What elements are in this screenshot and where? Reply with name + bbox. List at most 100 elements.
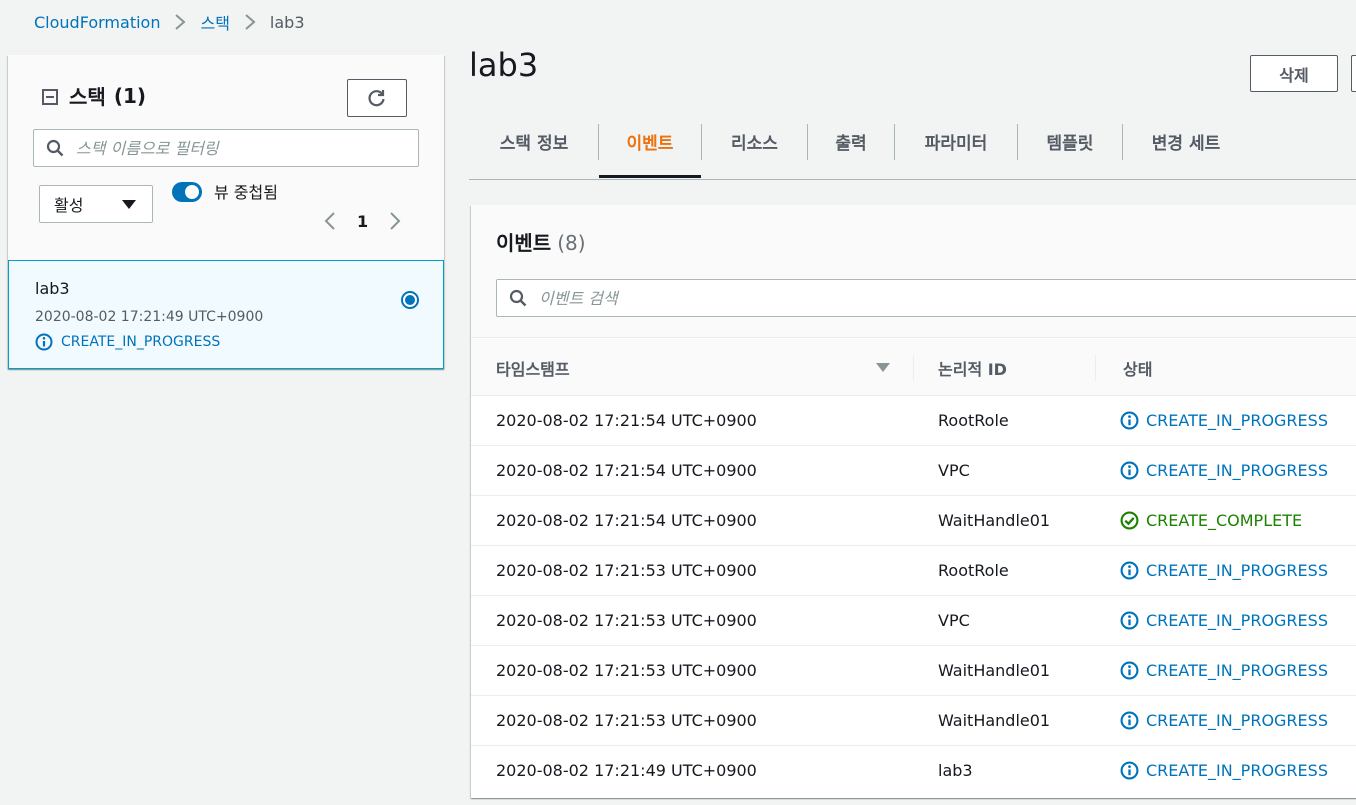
breadcrumb-current: lab3 — [269, 12, 305, 32]
table-row: 2020-08-02 17:21:53 UTC+0900 WaitHandle01… — [471, 696, 1356, 746]
stacks-title-text: 스택 — [69, 85, 106, 109]
nested-view-toggle[interactable] — [172, 182, 202, 202]
event-timestamp: 2020-08-02 17:21:53 UTC+0900 — [496, 661, 757, 680]
breadcrumb-link-stacks[interactable]: 스택 — [200, 10, 229, 34]
stack-detail-tabs: 스택 정보 이벤트 리소스 출력 파라미터 템플릿 변경 세트 — [469, 100, 1356, 180]
stack-status-filter-select[interactable]: 활성 — [39, 185, 153, 223]
event-logical-id: WaitHandle01 — [938, 711, 1051, 730]
next-page-icon[interactable] — [389, 211, 401, 231]
event-status: CREATE_IN_PROGRESS — [1120, 396, 1328, 445]
event-status: CREATE_COMPLETE — [1120, 496, 1302, 545]
events-title-text: 이벤트 — [496, 231, 552, 255]
table-row: 2020-08-02 17:21:49 UTC+0900 lab3 CREATE_I… — [471, 746, 1356, 796]
event-status: CREATE_IN_PROGRESS — [1120, 546, 1328, 595]
caret-down-icon — [122, 199, 136, 209]
tab-parameters[interactable]: 파라미터 — [895, 122, 1017, 160]
table-row: 2020-08-02 17:21:53 UTC+0900 WaitHandle01… — [471, 646, 1356, 696]
prev-page-icon[interactable] — [324, 211, 336, 231]
collapse-panel-icon[interactable] — [42, 89, 58, 105]
event-status: CREATE_IN_PROGRESS — [1120, 646, 1328, 695]
event-timestamp: 2020-08-02 17:21:53 UTC+0900 — [496, 711, 757, 730]
stack-status-filter-value: 활성 — [54, 196, 84, 215]
event-status-text: CREATE_COMPLETE — [1146, 511, 1303, 530]
stack-created-date: 2020-08-02 17:21:49 UTC+0900 — [35, 309, 264, 325]
column-divider[interactable] — [913, 355, 914, 381]
stack-search-input[interactable] — [76, 138, 396, 158]
active-tab-indicator — [599, 175, 701, 178]
event-search — [496, 279, 1356, 317]
stack-name[interactable]: lab3 — [35, 279, 70, 298]
stack-select-radio[interactable] — [401, 291, 419, 309]
event-logical-id: RootRole — [938, 561, 1009, 580]
stack-search — [33, 129, 419, 167]
event-timestamp: 2020-08-02 17:21:54 UTC+0900 — [496, 511, 757, 530]
event-status: CREATE_IN_PROGRESS — [1120, 596, 1328, 645]
event-logical-id: WaitHandle01 — [938, 511, 1051, 530]
event-status-text: CREATE_IN_PROGRESS — [1146, 561, 1328, 580]
chevron-right-icon — [244, 13, 256, 31]
event-logical-id: lab3 — [938, 761, 973, 780]
table-row: 2020-08-02 17:21:53 UTC+0900 RootRole CREA… — [471, 546, 1356, 596]
tab-stack-info[interactable]: 스택 정보 — [469, 122, 599, 160]
pagination: 1 — [324, 211, 401, 231]
events-panel-header: 이벤트 (8) — [471, 205, 1356, 338]
event-status-text: CREATE_IN_PROGRESS — [1146, 461, 1328, 480]
column-divider[interactable] — [1095, 355, 1096, 381]
column-header-status[interactable]: 상태 — [1123, 339, 1152, 396]
chevron-right-icon — [174, 13, 186, 31]
tab-events[interactable]: 이벤트 — [599, 122, 701, 160]
event-timestamp: 2020-08-02 17:21:53 UTC+0900 — [496, 561, 757, 580]
events-panel: 이벤트(8) 타임스탬프 논리적 ID 상태 2020-08-02 17:21:… — [471, 205, 1356, 798]
event-status: CREATE_IN_PROGRESS — [1120, 696, 1328, 745]
refresh-button[interactable] — [347, 79, 407, 117]
info-icon — [1120, 461, 1139, 480]
event-logical-id: WaitHandle01 — [938, 661, 1051, 680]
events-table-header: 타임스탬프 논리적 ID 상태 — [471, 339, 1356, 396]
event-timestamp: 2020-08-02 17:21:49 UTC+0900 — [496, 761, 757, 780]
event-status-text: CREATE_IN_PROGRESS — [1146, 611, 1328, 630]
column-header-timestamp[interactable]: 타임스탬프 — [496, 339, 570, 396]
event-timestamp: 2020-08-02 17:21:54 UTC+0900 — [496, 411, 757, 430]
info-icon — [1120, 661, 1139, 680]
event-status-text: CREATE_IN_PROGRESS — [1146, 761, 1328, 780]
event-timestamp: 2020-08-02 17:21:53 UTC+0900 — [496, 611, 757, 630]
tab-template[interactable]: 템플릿 — [1018, 122, 1122, 160]
event-logical-id: VPC — [938, 611, 970, 630]
table-row: 2020-08-02 17:21:54 UTC+0900 VPC CREATE_IN… — [471, 446, 1356, 496]
stacks-count: (1) — [113, 83, 147, 108]
tab-outputs[interactable]: 출력 — [808, 122, 894, 160]
refresh-icon — [368, 90, 385, 107]
info-icon — [1120, 411, 1139, 430]
event-logical-id: VPC — [938, 461, 970, 480]
events-count: (8) — [557, 231, 586, 255]
search-icon — [509, 289, 527, 307]
info-icon — [1120, 761, 1139, 780]
success-check-icon — [1120, 511, 1139, 530]
event-logical-id: RootRole — [938, 411, 1009, 430]
breadcrumb-link-cloudformation[interactable]: CloudFormation — [34, 13, 160, 32]
table-row: 2020-08-02 17:21:54 UTC+0900 WaitHandle01… — [471, 496, 1356, 546]
event-timestamp: 2020-08-02 17:21:54 UTC+0900 — [496, 461, 757, 480]
info-icon — [1120, 611, 1139, 630]
events-title: 이벤트 (8) — [496, 227, 586, 256]
table-row: 2020-08-02 17:21:54 UTC+0900 RootRole CREA… — [471, 396, 1356, 446]
stack-list-item[interactable]: lab3 2020-08-02 17:21:49 UTC+0900 CREATE… — [8, 260, 444, 369]
search-icon — [46, 139, 64, 157]
update-button[interactable] — [1351, 55, 1356, 92]
tab-resources[interactable]: 리소스 — [702, 122, 807, 160]
table-row: 2020-08-02 17:21:53 UTC+0900 VPC CREATE_IN… — [471, 596, 1356, 646]
event-status-text: CREATE_IN_PROGRESS — [1146, 661, 1328, 680]
info-icon — [1120, 711, 1139, 730]
stacks-panel-title: 스택 (1) — [42, 81, 146, 110]
stack-status: CREATE_IN_PROGRESS — [35, 333, 220, 351]
stacks-panel: 스택 (1) 활성 뷰 중첩됨 1 lab3 2020-08-02 17:21: — [8, 55, 444, 369]
event-status: CREATE_IN_PROGRESS — [1120, 746, 1328, 795]
tab-change-sets[interactable]: 변경 세트 — [1123, 122, 1249, 160]
sort-descending-icon[interactable] — [876, 363, 890, 372]
page-number[interactable]: 1 — [357, 212, 368, 231]
events-table-body: 2020-08-02 17:21:54 UTC+0900 RootRole CREA… — [471, 396, 1356, 796]
delete-button[interactable]: 삭제 — [1250, 55, 1338, 92]
column-header-logical-id[interactable]: 논리적 ID — [938, 339, 1007, 396]
event-status-text: CREATE_IN_PROGRESS — [1146, 711, 1328, 730]
event-search-input[interactable] — [539, 288, 859, 308]
